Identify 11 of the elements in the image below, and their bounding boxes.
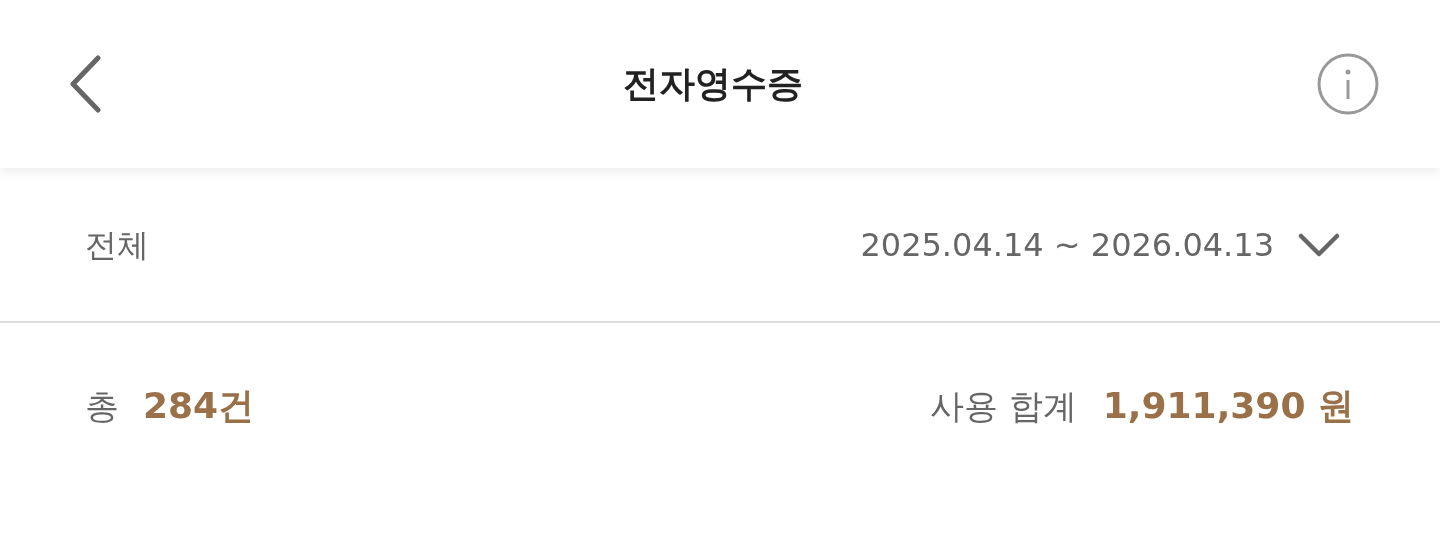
count-label: 총 — [85, 384, 119, 428]
date-range-selector[interactable]: 2025.04.14 ~ 2026.04.13 — [860, 220, 1340, 269]
chevron-down-icon — [1298, 232, 1340, 257]
total-value: 1,911,390 원 — [1102, 383, 1354, 428]
info-icon — [1317, 53, 1379, 115]
count-value: 284건 — [143, 383, 255, 428]
info-button[interactable] — [1316, 52, 1380, 116]
category-label[interactable]: 전체 — [85, 220, 149, 269]
page-title: 전자영수증 — [623, 62, 803, 106]
back-icon — [68, 55, 102, 113]
total-label: 사용 합계 — [929, 384, 1077, 428]
